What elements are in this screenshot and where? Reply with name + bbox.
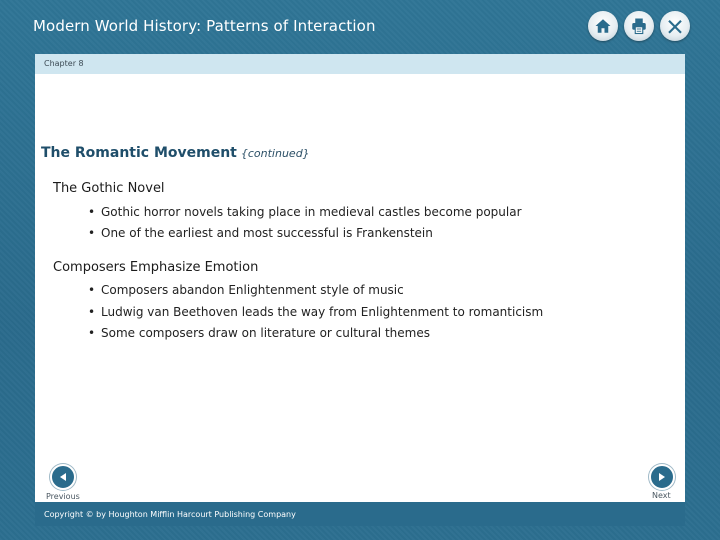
slide-title: The Romantic Movement {continued} [41,145,310,161]
chapter-bar: Chapter 8 [35,54,685,74]
chapter-label: Chapter 8 [44,59,84,68]
arrow-left-icon [60,473,66,481]
list-item: Ludwig van Beethoven leads the way from … [88,305,543,319]
slide-content: The Romantic Movement {continued} The Got… [35,74,685,502]
section-heading: Composers Emphasize Emotion [53,260,259,275]
top-toolbar [588,11,690,41]
home-icon [595,19,611,33]
app-title: Modern World History: Patterns of Intera… [33,17,376,35]
list-item: Composers abandon Enlightenment style of… [88,283,404,297]
close-icon [668,20,682,34]
previous-label[interactable]: Previous [46,492,80,501]
footer-bar: Copyright © by Houghton Mifflin Harcourt… [35,502,685,526]
print-icon [632,18,646,35]
slide-subtitle: {continued} [240,147,310,160]
previous-button[interactable] [50,464,76,490]
arrow-right-icon [659,473,665,481]
next-button[interactable] [649,464,675,490]
list-item: Some composers draw on literature or cul… [88,326,430,340]
print-button[interactable] [624,11,654,41]
close-button[interactable] [660,11,690,41]
slide-title-text: The Romantic Movement [41,145,237,161]
list-item: One of the earliest and most successful … [88,226,433,240]
next-label[interactable]: Next [652,491,671,500]
section-heading: The Gothic Novel [53,181,165,196]
copyright-text: Copyright © by Houghton Mifflin Harcourt… [44,510,296,519]
list-item: Gothic horror novels taking place in med… [88,205,522,219]
home-button[interactable] [588,11,618,41]
